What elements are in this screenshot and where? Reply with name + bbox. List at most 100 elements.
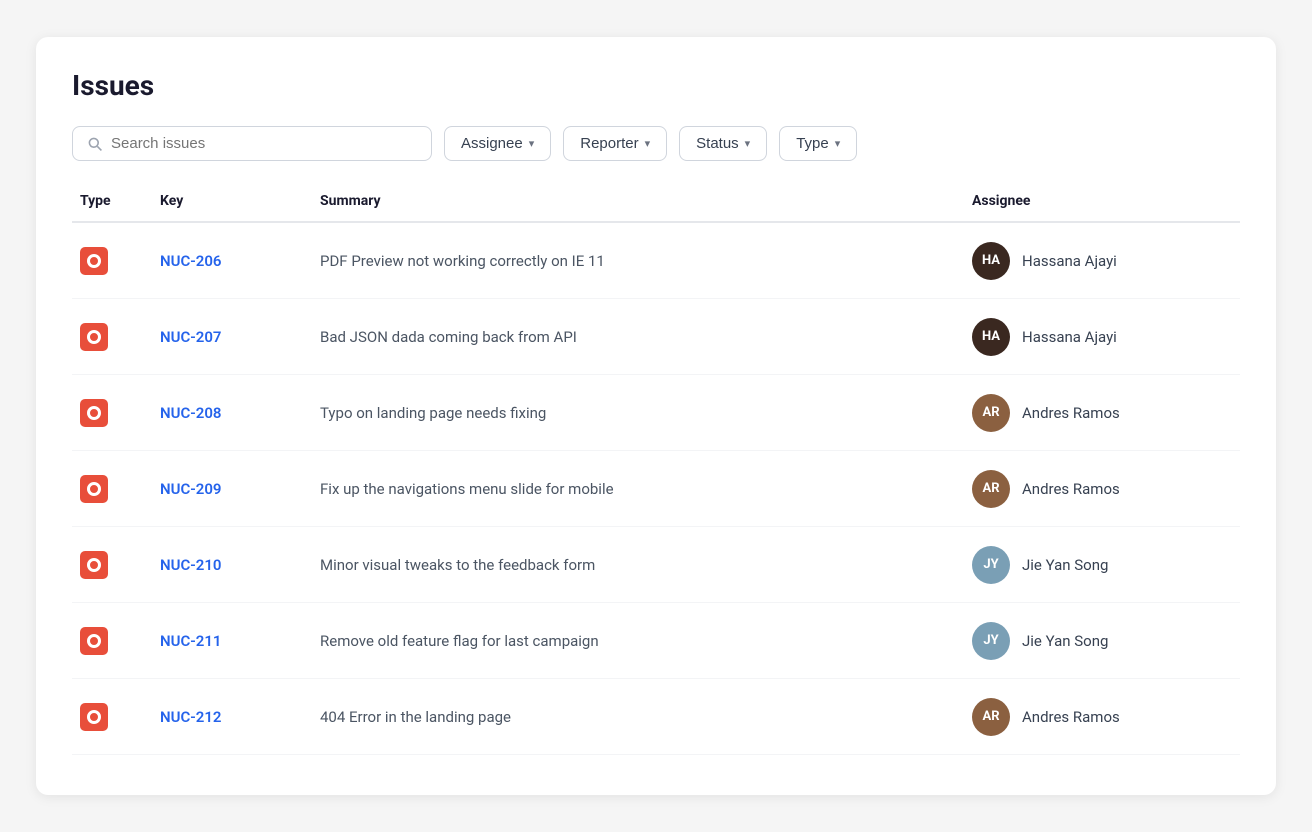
table-body: NUC-206 PDF Preview not working correctl… xyxy=(72,223,1240,755)
type-icon xyxy=(80,323,108,351)
avatar-initials: JY xyxy=(983,557,998,572)
table-header: Type Key Summary Assignee xyxy=(72,193,1240,223)
type-cell xyxy=(80,323,160,351)
col-header-assignee: Assignee xyxy=(972,193,1232,209)
search-wrapper xyxy=(72,126,432,161)
col-header-type: Type xyxy=(80,193,160,209)
assignee-cell: JY Jie Yan Song xyxy=(972,546,1232,584)
table-row[interactable]: NUC-210 Minor visual tweaks to the feedb… xyxy=(72,527,1240,603)
assignee-cell: AR Andres Ramos xyxy=(972,698,1232,736)
summary-cell: Minor visual tweaks to the feedback form xyxy=(320,556,972,574)
search-icon xyxy=(87,136,103,152)
avatar-initials: HA xyxy=(982,329,1000,344)
type-cell xyxy=(80,247,160,275)
chevron-down-icon: ▾ xyxy=(835,137,841,150)
summary-cell: 404 Error in the landing page xyxy=(320,708,972,726)
avatar-initials: AR xyxy=(982,709,999,724)
key-cell: NUC-207 xyxy=(160,327,320,346)
type-filter-label: Type xyxy=(796,135,829,152)
issue-key-link[interactable]: NUC-208 xyxy=(160,404,221,422)
toolbar: Assignee ▾ Reporter ▾ Status ▾ Type ▾ xyxy=(72,126,1240,161)
avatar: JY xyxy=(972,546,1010,584)
type-icon xyxy=(80,399,108,427)
avatar: JY xyxy=(972,622,1010,660)
type-cell xyxy=(80,627,160,655)
bug-icon xyxy=(87,710,101,724)
summary-cell: PDF Preview not working correctly on IE … xyxy=(320,252,972,270)
assignee-filter-button[interactable]: Assignee ▾ xyxy=(444,126,551,161)
bug-icon xyxy=(87,254,101,268)
assignee-name: Andres Ramos xyxy=(1022,708,1120,726)
key-cell: NUC-206 xyxy=(160,251,320,270)
avatar-initials: HA xyxy=(982,253,1000,268)
summary-cell: Typo on landing page needs fixing xyxy=(320,404,972,422)
table-row[interactable]: NUC-209 Fix up the navigations menu slid… xyxy=(72,451,1240,527)
table-row[interactable]: NUC-206 PDF Preview not working correctl… xyxy=(72,223,1240,299)
bug-icon xyxy=(87,406,101,420)
type-icon xyxy=(80,551,108,579)
bug-icon xyxy=(87,558,101,572)
key-cell: NUC-211 xyxy=(160,631,320,650)
assignee-cell: HA Hassana Ajayi xyxy=(972,242,1232,280)
type-filter-button[interactable]: Type ▾ xyxy=(779,126,857,161)
col-header-key: Key xyxy=(160,193,320,209)
page-title: Issues xyxy=(72,69,1240,102)
assignee-name: Andres Ramos xyxy=(1022,404,1120,422)
key-cell: NUC-208 xyxy=(160,403,320,422)
avatar: AR xyxy=(972,394,1010,432)
issue-key-link[interactable]: NUC-206 xyxy=(160,252,221,270)
avatar-initials: JY xyxy=(983,633,998,648)
chevron-down-icon: ▾ xyxy=(745,137,751,150)
bug-icon xyxy=(87,330,101,344)
assignee-name: Jie Yan Song xyxy=(1022,556,1108,574)
status-filter-label: Status xyxy=(696,135,739,152)
key-cell: NUC-212 xyxy=(160,707,320,726)
type-icon xyxy=(80,627,108,655)
type-icon xyxy=(80,475,108,503)
table-row[interactable]: NUC-208 Typo on landing page needs fixin… xyxy=(72,375,1240,451)
key-cell: NUC-210 xyxy=(160,555,320,574)
table-row[interactable]: NUC-211 Remove old feature flag for last… xyxy=(72,603,1240,679)
assignee-cell: AR Andres Ramos xyxy=(972,394,1232,432)
issues-card: Issues Assignee ▾ Reporter ▾ Status ▾ Ty… xyxy=(36,37,1276,795)
assignee-name: Jie Yan Song xyxy=(1022,632,1108,650)
type-cell xyxy=(80,475,160,503)
type-cell xyxy=(80,399,160,427)
type-icon xyxy=(80,247,108,275)
chevron-down-icon: ▾ xyxy=(529,137,535,150)
type-cell xyxy=(80,551,160,579)
assignee-name: Andres Ramos xyxy=(1022,480,1120,498)
assignee-cell: JY Jie Yan Song xyxy=(972,622,1232,660)
assignee-name: Hassana Ajayi xyxy=(1022,328,1117,346)
avatar: HA xyxy=(972,242,1010,280)
type-icon xyxy=(80,703,108,731)
table-row[interactable]: NUC-212 404 Error in the landing page AR… xyxy=(72,679,1240,755)
issue-key-link[interactable]: NUC-212 xyxy=(160,708,221,726)
status-filter-button[interactable]: Status ▾ xyxy=(679,126,767,161)
reporter-filter-button[interactable]: Reporter ▾ xyxy=(563,126,667,161)
avatar: AR xyxy=(972,698,1010,736)
key-cell: NUC-209 xyxy=(160,479,320,498)
avatar: AR xyxy=(972,470,1010,508)
avatar-initials: AR xyxy=(982,405,999,420)
issue-key-link[interactable]: NUC-207 xyxy=(160,328,221,346)
bug-icon xyxy=(87,482,101,496)
chevron-down-icon: ▾ xyxy=(645,137,651,150)
type-cell xyxy=(80,703,160,731)
avatar-initials: AR xyxy=(982,481,999,496)
issues-table: Type Key Summary Assignee NUC-206 PDF Pr… xyxy=(72,193,1240,755)
summary-cell: Bad JSON dada coming back from API xyxy=(320,328,972,346)
issue-key-link[interactable]: NUC-211 xyxy=(160,632,221,650)
summary-cell: Fix up the navigations menu slide for mo… xyxy=(320,480,972,498)
bug-icon xyxy=(87,634,101,648)
assignee-filter-label: Assignee xyxy=(461,135,523,152)
search-input[interactable] xyxy=(111,135,417,152)
assignee-name: Hassana Ajayi xyxy=(1022,252,1117,270)
issue-key-link[interactable]: NUC-210 xyxy=(160,556,221,574)
issue-key-link[interactable]: NUC-209 xyxy=(160,480,221,498)
assignee-cell: HA Hassana Ajayi xyxy=(972,318,1232,356)
assignee-cell: AR Andres Ramos xyxy=(972,470,1232,508)
avatar: HA xyxy=(972,318,1010,356)
table-row[interactable]: NUC-207 Bad JSON dada coming back from A… xyxy=(72,299,1240,375)
summary-cell: Remove old feature flag for last campaig… xyxy=(320,632,972,650)
